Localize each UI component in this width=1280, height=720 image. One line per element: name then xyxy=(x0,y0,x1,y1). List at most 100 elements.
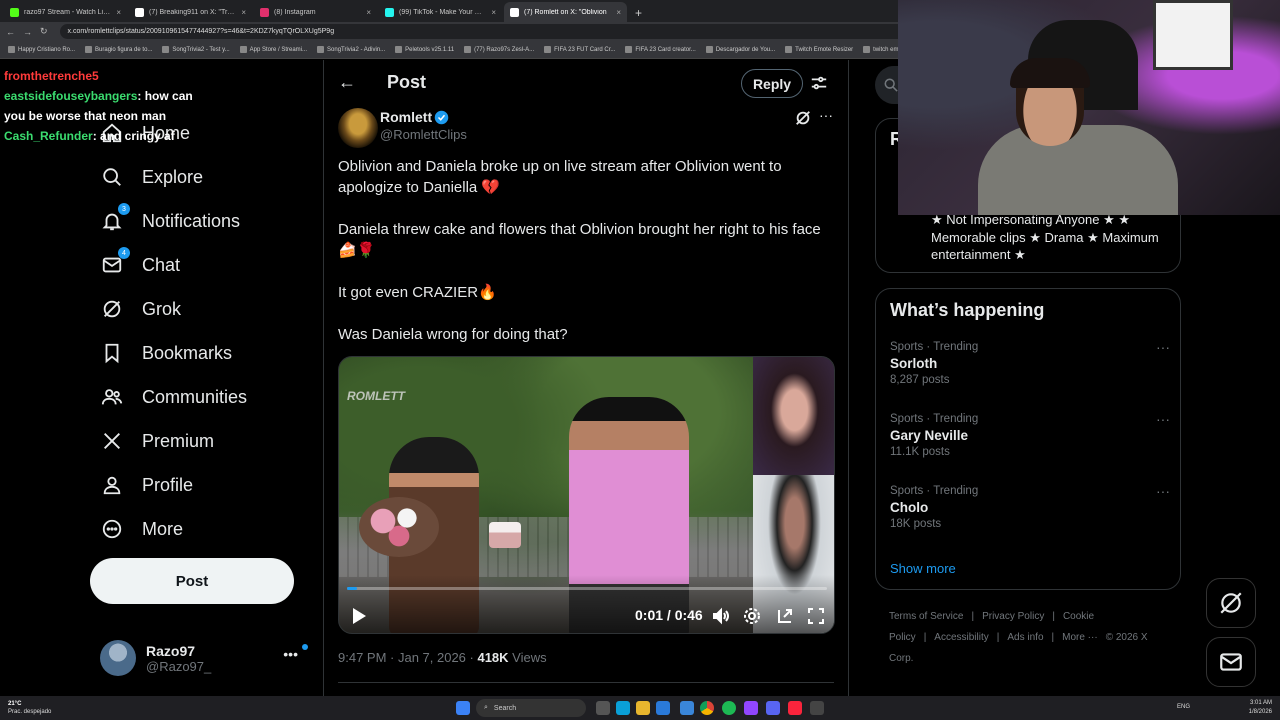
nav-grok[interactable]: Grok xyxy=(100,294,181,324)
close-icon[interactable]: × xyxy=(491,8,496,17)
browser-tab[interactable]: (99) TikTok - Make Your Day × xyxy=(379,2,502,22)
bookmark-item[interactable]: App Store / Streami... xyxy=(239,46,307,53)
forward-nav-icon[interactable]: → xyxy=(23,27,32,37)
trend-count: 18K posts xyxy=(890,518,942,530)
browser-tab[interactable]: razo97 Stream - Watch Live on × xyxy=(4,2,127,22)
grok-floating-button[interactable] xyxy=(1206,578,1256,628)
bookmark-item[interactable]: SongTrivia2 - Adivin... xyxy=(317,46,385,53)
music-icon[interactable] xyxy=(788,701,802,715)
reload-icon[interactable]: ↻ xyxy=(40,26,48,37)
bookmark-item[interactable]: Peletools v25.1.11 xyxy=(395,46,454,53)
trend-item[interactable]: Sports · Trending Gary Neville 11.1K pos… xyxy=(890,411,1170,458)
nav-communities[interactable]: Communities xyxy=(100,382,247,412)
author-avatar[interactable] xyxy=(338,108,378,148)
reply-button[interactable]: Reply xyxy=(741,69,803,98)
more-dots-icon[interactable]: ··· xyxy=(1156,339,1170,355)
spotify-icon[interactable] xyxy=(722,701,736,715)
browser-tab[interactable]: (8) Instagram × xyxy=(254,2,377,22)
bookmark-item[interactable]: FIFA 23 FUT Card Cr... xyxy=(544,46,615,53)
nav-label: Bookmarks xyxy=(142,342,233,363)
bookmark-item[interactable]: Twitch Emote Resizer xyxy=(785,46,853,53)
post-time[interactable]: 9:47 PM · Jan 7, 2026 · xyxy=(338,650,477,665)
more-dots-icon[interactable]: ••• xyxy=(283,646,298,662)
back-arrow-icon[interactable]: ← xyxy=(338,72,356,93)
post-paragraph: Was Daniela wrong for doing that? xyxy=(338,326,568,343)
nav-more[interactable]: More xyxy=(100,514,183,544)
video-player[interactable]: ROMLETT 0:01 / 0:46 xyxy=(338,356,835,634)
nav-chat[interactable]: 4 Chat xyxy=(100,247,180,280)
close-icon[interactable]: × xyxy=(241,8,246,17)
windows-start-icon[interactable] xyxy=(456,701,470,715)
footer-link[interactable]: Terms of Service xyxy=(889,611,963,622)
volume-icon[interactable] xyxy=(712,607,730,625)
footer-link[interactable]: More ··· xyxy=(1062,632,1098,643)
footer-separator: | xyxy=(1052,611,1055,622)
bookmark-label: Happy Cristiano Ro... xyxy=(18,46,76,53)
system-clock[interactable]: 3:01 AM 1/8/2026 xyxy=(1249,699,1272,717)
bookmark-label: SongTrivia2 - Test y... xyxy=(172,46,230,53)
play-icon[interactable] xyxy=(351,607,367,625)
video-progress-bar[interactable] xyxy=(347,587,827,590)
tab-label: (7) Breaking911 on X: "Trum xyxy=(149,8,237,16)
bookmark-item[interactable]: SongTrivia2 - Test y... xyxy=(162,46,230,53)
photos-icon[interactable] xyxy=(680,701,694,715)
pip-icon[interactable] xyxy=(776,607,794,625)
nav-bookmarks[interactable]: Bookmarks xyxy=(100,338,232,368)
grok-icon[interactable] xyxy=(794,109,812,127)
footer-link[interactable]: Ads info xyxy=(1007,632,1043,643)
messages-floating-button[interactable] xyxy=(1206,637,1256,687)
task-view-icon[interactable] xyxy=(596,701,610,715)
taskbar-search[interactable]: ⌕ Search xyxy=(476,699,586,717)
nav-premium[interactable]: Premium xyxy=(100,426,214,456)
url-field[interactable]: x.com/romlettclips/status/20091096154774… xyxy=(59,24,920,39)
edge-icon[interactable] xyxy=(616,701,630,715)
nav-explore[interactable]: Explore xyxy=(100,162,203,192)
chrome-icon[interactable] xyxy=(700,701,714,715)
bookmark-item[interactable]: FIFA 23 Card creator... xyxy=(625,46,696,53)
nav-profile[interactable]: Profile xyxy=(100,470,193,500)
footer-link[interactable]: Accessibility xyxy=(934,632,988,643)
browser-tab[interactable]: (7) Breaking911 on X: "Trum × xyxy=(129,2,252,22)
close-icon[interactable]: × xyxy=(116,8,121,17)
close-icon[interactable]: × xyxy=(616,8,621,17)
trend-item[interactable]: Sports · Trending Cholo 18K posts ··· xyxy=(890,483,1170,530)
show-more-link[interactable]: Show more xyxy=(890,561,956,576)
account-switcher[interactable]: Razo97 @Razo97_ ••• xyxy=(100,638,310,678)
trend-name: Cholo xyxy=(890,500,929,515)
post-button[interactable]: Post xyxy=(90,558,294,604)
grok-icon xyxy=(1220,592,1242,614)
video-controls-bar xyxy=(339,575,834,633)
more-dots-icon[interactable]: ··· xyxy=(1156,483,1170,499)
fullscreen-icon[interactable] xyxy=(807,607,825,625)
more-dots-icon[interactable]: ··· xyxy=(819,107,833,123)
language-indicator[interactable]: ENG xyxy=(1177,704,1190,710)
views-count: 418K xyxy=(477,650,509,665)
back-nav-icon[interactable]: ← xyxy=(6,27,15,37)
bookmark-item[interactable]: Happy Cristiano Ro... xyxy=(8,46,75,53)
new-tab-icon[interactable]: + xyxy=(629,6,648,22)
weather-temp: 21°C xyxy=(8,701,22,707)
author-name[interactable]: Romlett xyxy=(380,109,432,125)
author-handle[interactable]: @RomlettClips xyxy=(380,127,467,142)
panel-title: What’s happening xyxy=(890,300,1045,320)
video-flowers xyxy=(359,497,439,557)
filter-icon[interactable] xyxy=(810,74,828,92)
mail-icon xyxy=(1220,653,1242,671)
more-dots-icon[interactable]: ··· xyxy=(1156,411,1170,427)
discord-icon[interactable] xyxy=(744,701,758,715)
trend-item[interactable]: Sports · Trending Sorloth 8,287 posts ··… xyxy=(890,339,1170,386)
store-icon[interactable] xyxy=(656,701,670,715)
bookmark-item[interactable]: Descargador de You... xyxy=(705,46,775,53)
nav-notifications[interactable]: 3 Notifications xyxy=(100,203,240,236)
close-icon[interactable]: × xyxy=(366,8,371,17)
bookmark-item[interactable]: (77) Razo97s Zesl-A... xyxy=(464,46,534,53)
footer-link[interactable]: Privacy Policy xyxy=(982,611,1044,622)
file-explorer-icon[interactable] xyxy=(636,701,650,715)
bookmark-item[interactable]: twitch em xyxy=(863,46,899,53)
settings-gear-icon[interactable] xyxy=(743,607,761,625)
app-icon[interactable] xyxy=(810,701,824,715)
obs-icon[interactable] xyxy=(766,701,780,715)
weather-widget[interactable]: 21°C Prac. despejado xyxy=(8,700,51,716)
bookmark-item[interactable]: Buragio figura de to... xyxy=(85,46,152,53)
browser-tab[interactable]: (7) Romlett on X: "Oblivion × xyxy=(504,2,627,22)
